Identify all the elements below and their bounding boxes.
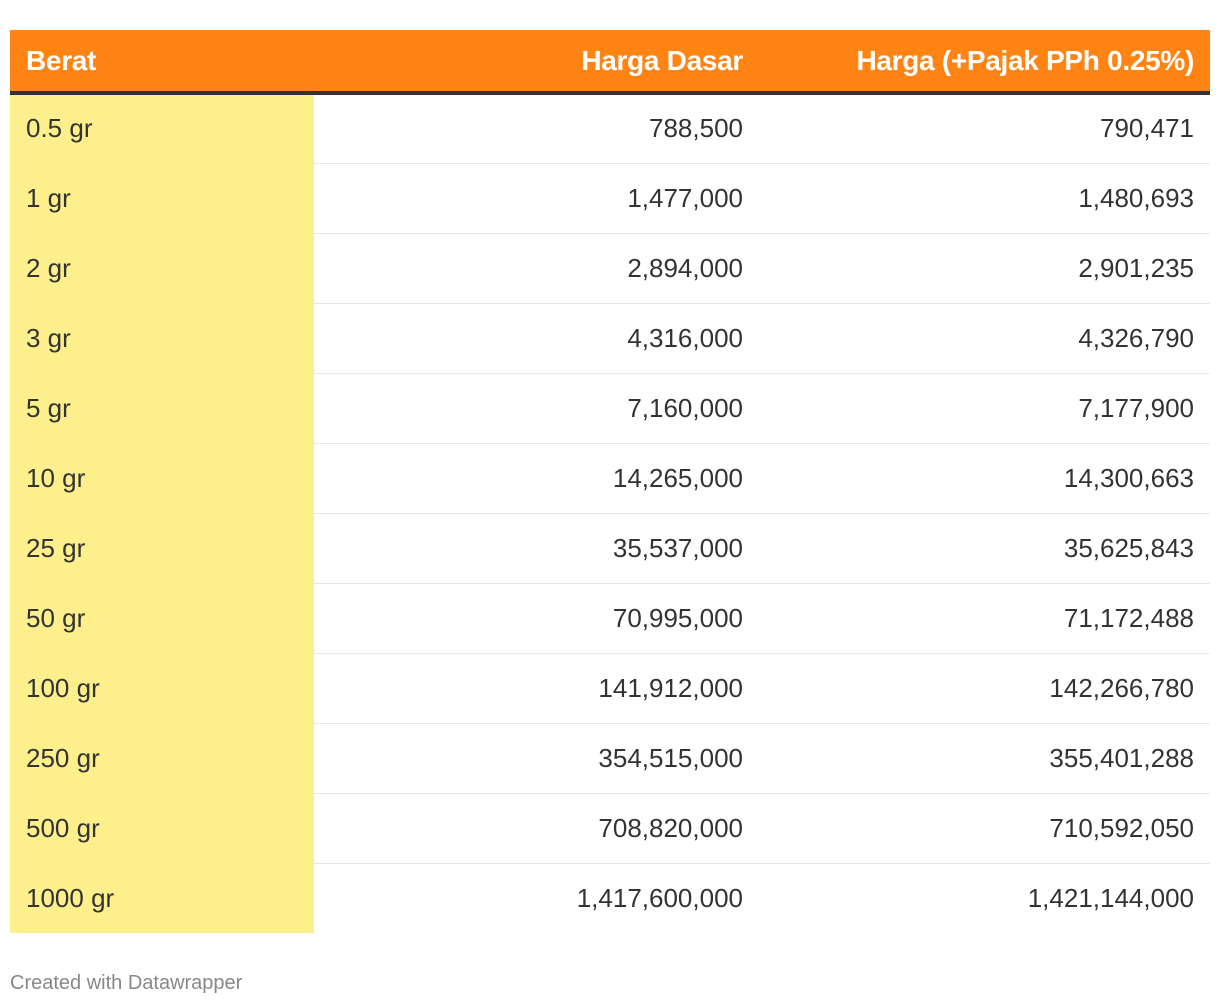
cell-harga-pajak: 7,177,900	[759, 373, 1210, 444]
cell-harga-dasar: 14,265,000	[314, 443, 759, 514]
cell-harga-pajak: 71,172,488	[759, 583, 1210, 654]
cell-harga-pajak: 14,300,663	[759, 443, 1210, 514]
table-body: 0.5 gr 788,500 790,471 1 gr 1,477,000 1,480,6…	[10, 93, 1210, 933]
cell-berat: 5 gr	[10, 373, 314, 444]
table-row: 1 gr 1,477,000 1,480,693	[10, 163, 1210, 234]
cell-berat: 25 gr	[10, 513, 314, 584]
header-row: Berat Harga Dasar Harga (+Pajak PPh 0.25…	[10, 30, 1210, 95]
table-header: Berat Harga Dasar Harga (+Pajak PPh 0.25…	[10, 30, 1210, 95]
cell-harga-dasar: 708,820,000	[314, 793, 759, 864]
cell-berat: 50 gr	[10, 583, 314, 654]
price-table: Berat Harga Dasar Harga (+Pajak PPh 0.25…	[10, 30, 1210, 933]
table-row: 250 gr 354,515,000 355,401,288	[10, 723, 1210, 794]
cell-harga-pajak: 35,625,843	[759, 513, 1210, 584]
cell-harga-pajak: 2,901,235	[759, 233, 1210, 304]
table-row: 10 gr 14,265,000 14,300,663	[10, 443, 1210, 514]
table-row: 5 gr 7,160,000 7,177,900	[10, 373, 1210, 444]
cell-harga-dasar: 7,160,000	[314, 373, 759, 444]
column-header-harga-pajak: Harga (+Pajak PPh 0.25%)	[759, 30, 1210, 95]
table-row: 2 gr 2,894,000 2,901,235	[10, 233, 1210, 304]
table-row: 0.5 gr 788,500 790,471	[10, 93, 1210, 164]
cell-berat: 10 gr	[10, 443, 314, 514]
cell-berat: 250 gr	[10, 723, 314, 794]
cell-harga-dasar: 35,537,000	[314, 513, 759, 584]
cell-berat: 1 gr	[10, 163, 314, 234]
cell-harga-pajak: 355,401,288	[759, 723, 1210, 794]
cell-harga-pajak: 142,266,780	[759, 653, 1210, 724]
cell-harga-pajak: 710,592,050	[759, 793, 1210, 864]
cell-harga-dasar: 4,316,000	[314, 303, 759, 374]
cell-harga-dasar: 2,894,000	[314, 233, 759, 304]
cell-harga-dasar: 1,477,000	[314, 163, 759, 234]
cell-berat: 0.5 gr	[10, 93, 314, 164]
cell-harga-pajak: 4,326,790	[759, 303, 1210, 374]
table-row: 3 gr 4,316,000 4,326,790	[10, 303, 1210, 374]
cell-berat: 100 gr	[10, 653, 314, 724]
column-header-harga-dasar: Harga Dasar	[314, 30, 759, 95]
cell-berat: 1000 gr	[10, 863, 314, 933]
cell-berat: 3 gr	[10, 303, 314, 374]
cell-harga-dasar: 1,417,600,000	[576, 882, 743, 913]
cell-harga-dasar: 141,912,000	[314, 653, 759, 724]
cell-harga-dasar: 788,500	[314, 93, 759, 164]
table-row: 500 gr 708,820,000 710,592,050	[10, 793, 1210, 864]
table-row: 25 gr 35,537,000 35,625,843	[10, 513, 1210, 584]
datawrapper-credit[interactable]: Created with Datawrapper	[10, 972, 242, 995]
cell-harga-dasar: 354,515,000	[314, 723, 759, 794]
table-row: 1000 gr 1,417,600,000 1,421,144,000	[10, 863, 1210, 933]
cell-berat: 2 gr	[10, 233, 314, 304]
table-row: 100 gr 141,912,000 142,266,780	[10, 653, 1210, 724]
cell-berat: 500 gr	[10, 793, 314, 864]
cell-harga-pajak: 1,421,144,000	[1027, 882, 1194, 913]
column-header-berat: Berat	[10, 30, 314, 95]
cell-harga-dasar: 70,995,000	[314, 583, 759, 654]
cell-harga-pajak: 1,480,693	[759, 163, 1210, 234]
price-table-container: Berat Harga Dasar Harga (+Pajak PPh 0.25…	[10, 30, 1210, 933]
table-row: 50 gr 70,995,000 71,172,488	[10, 583, 1210, 654]
cell-harga-pajak: 790,471	[759, 93, 1210, 164]
